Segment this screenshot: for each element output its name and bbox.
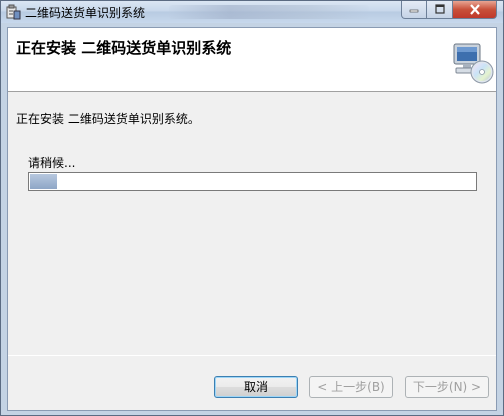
install-progress-bar bbox=[28, 172, 477, 191]
window-title: 二维码送货单识别系统 bbox=[25, 6, 146, 20]
maximize-icon bbox=[434, 4, 445, 14]
back-button[interactable]: < 上一步(B) bbox=[309, 376, 393, 398]
computer-with-cd-icon bbox=[450, 40, 494, 84]
please-wait-label: 请稍候... bbox=[28, 156, 76, 170]
title-blur-region bbox=[169, 5, 369, 19]
cancel-button[interactable]: 取消 bbox=[214, 376, 298, 398]
minimize-button[interactable] bbox=[401, 1, 427, 19]
minimize-icon bbox=[409, 9, 419, 13]
title-bar[interactable]: 二维码送货单识别系统 bbox=[1, 1, 503, 23]
footer-divider bbox=[8, 355, 496, 356]
page-title: 正在安装 二维码送货单识别系统 bbox=[16, 39, 232, 57]
banner: 正在安装 二维码送货单识别系统 bbox=[8, 28, 496, 92]
close-button[interactable] bbox=[453, 1, 497, 19]
maximize-button[interactable] bbox=[427, 1, 453, 19]
installer-client-area: 正在安装 二维码送货单识别系统 正在安装 二维码送货单识别系统。 请稍候... … bbox=[7, 27, 497, 411]
installer-app-icon bbox=[5, 4, 21, 20]
next-button[interactable]: 下一步(N) > bbox=[405, 376, 489, 398]
close-icon bbox=[469, 4, 480, 15]
install-description: 正在安装 二维码送货单识别系统。 bbox=[16, 112, 200, 126]
progress-fill bbox=[30, 174, 57, 189]
installer-window: 二维码送货单识别系统 正在安装 二维码送货单识别系统 正在安装 二维码送货单识别… bbox=[0, 0, 504, 416]
